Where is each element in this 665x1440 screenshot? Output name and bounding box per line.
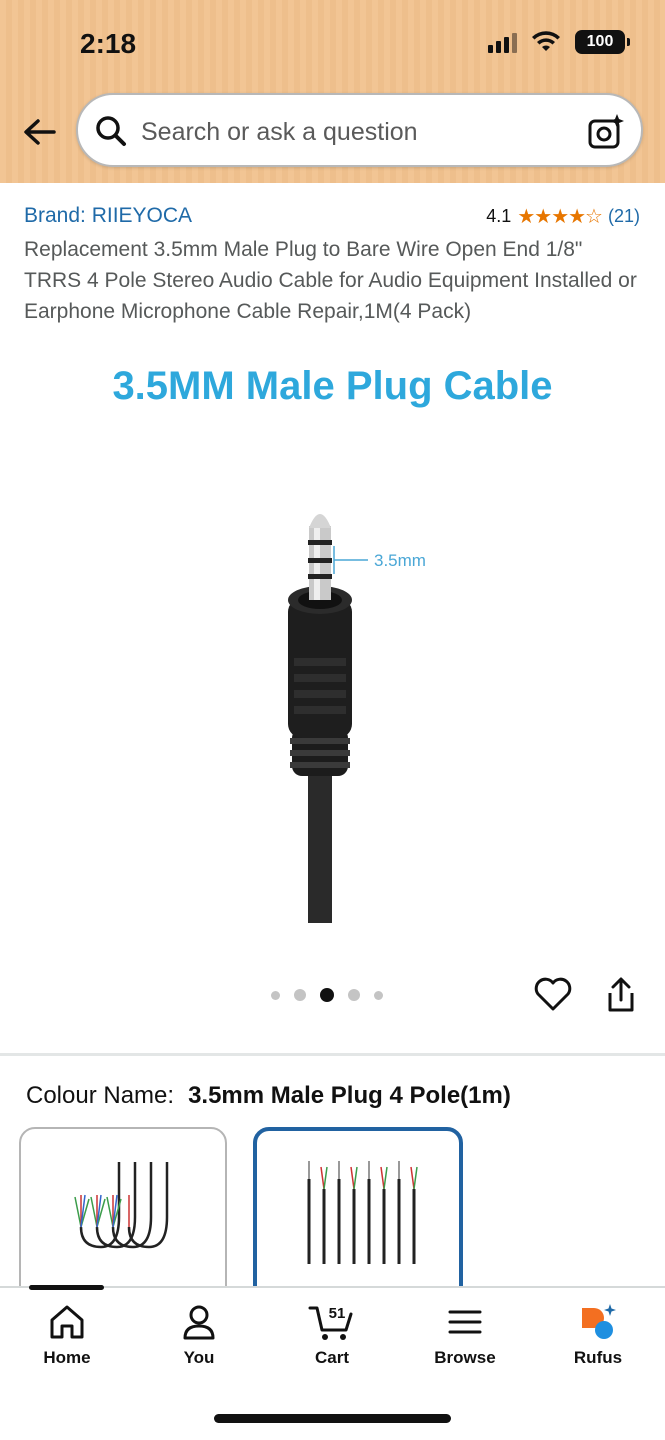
- variant-thumbnail: [307, 1161, 418, 1264]
- nav-rufus[interactable]: Rufus: [543, 1302, 653, 1368]
- star-rating-icon: ★★★★☆: [517, 206, 603, 228]
- colour-name-label: Colour Name:: [26, 1082, 175, 1109]
- status-time: 2:18: [80, 28, 137, 59]
- variant-thumbnail: [74, 1162, 169, 1249]
- carousel-dot[interactable]: [374, 990, 383, 1000]
- rufus-icon: [582, 1304, 616, 1339]
- size-annotation: 3.5mm: [374, 551, 426, 570]
- cart-icon: 51: [308, 1305, 353, 1340]
- battery-icon: 100: [575, 30, 630, 54]
- product-image[interactable]: 3.5mm: [230, 498, 470, 923]
- signal-icon: [488, 31, 517, 53]
- header-bar: 2:18 100 Search or ask a question: [0, 0, 665, 183]
- nav-browse[interactable]: Browse: [410, 1302, 520, 1368]
- nav-rufus-label: Rufus: [573, 1348, 623, 1367]
- nav-you-label: You: [183, 1348, 215, 1367]
- nav-cart[interactable]: 51 Cart: [277, 1302, 387, 1368]
- carousel-dot[interactable]: [271, 990, 280, 1000]
- rating-value: 4.1: [486, 206, 512, 226]
- nav-home-label: Home: [43, 1348, 91, 1367]
- image-carousel-dots[interactable]: [271, 988, 383, 1002]
- search-input[interactable]: Search or ask a question: [76, 93, 643, 167]
- back-arrow-icon[interactable]: [20, 112, 60, 152]
- search-icon: [96, 116, 126, 146]
- home-indicator: [214, 1414, 451, 1423]
- share-icon[interactable]: [603, 976, 639, 1014]
- camera-search-icon[interactable]: [587, 113, 625, 151]
- review-count[interactable]: (21): [608, 206, 640, 227]
- colour-name-value: 3.5mm Male Plug 4 Pole(1m): [188, 1082, 511, 1109]
- nav-cart-label: Cart: [314, 1348, 349, 1367]
- colour-name-row: Colour Name: 3.5mm Male Plug 4 Pole(1m): [26, 1082, 511, 1110]
- carousel-dot[interactable]: [294, 989, 306, 1001]
- search-placeholder: Search or ask a question: [141, 118, 418, 146]
- brand-link[interactable]: Brand: RIIEYOCA: [24, 204, 192, 228]
- person-icon: [183, 1305, 215, 1340]
- section-divider: [0, 1053, 665, 1056]
- heart-icon[interactable]: [533, 974, 573, 1014]
- nav-home[interactable]: Home: [12, 1302, 122, 1368]
- nav-you[interactable]: You: [144, 1302, 254, 1368]
- nav-browse-label: Browse: [434, 1348, 496, 1367]
- wifi-icon: [532, 31, 560, 51]
- menu-icon: [448, 1310, 482, 1334]
- carousel-dot-active[interactable]: [320, 988, 334, 1002]
- active-tab-indicator: [29, 1285, 104, 1290]
- rating-summary[interactable]: 4.1 ★★★★☆ (21): [486, 204, 640, 229]
- cart-count-badge: 51: [329, 1305, 346, 1322]
- product-title: Replacement 3.5mm Male Plug to Bare Wire…: [24, 238, 637, 323]
- home-icon: [50, 1305, 84, 1339]
- status-icons: 100: [488, 30, 630, 54]
- carousel-dot[interactable]: [348, 989, 360, 1001]
- product-image-heading: 3.5MM Male Plug Cable: [112, 364, 553, 408]
